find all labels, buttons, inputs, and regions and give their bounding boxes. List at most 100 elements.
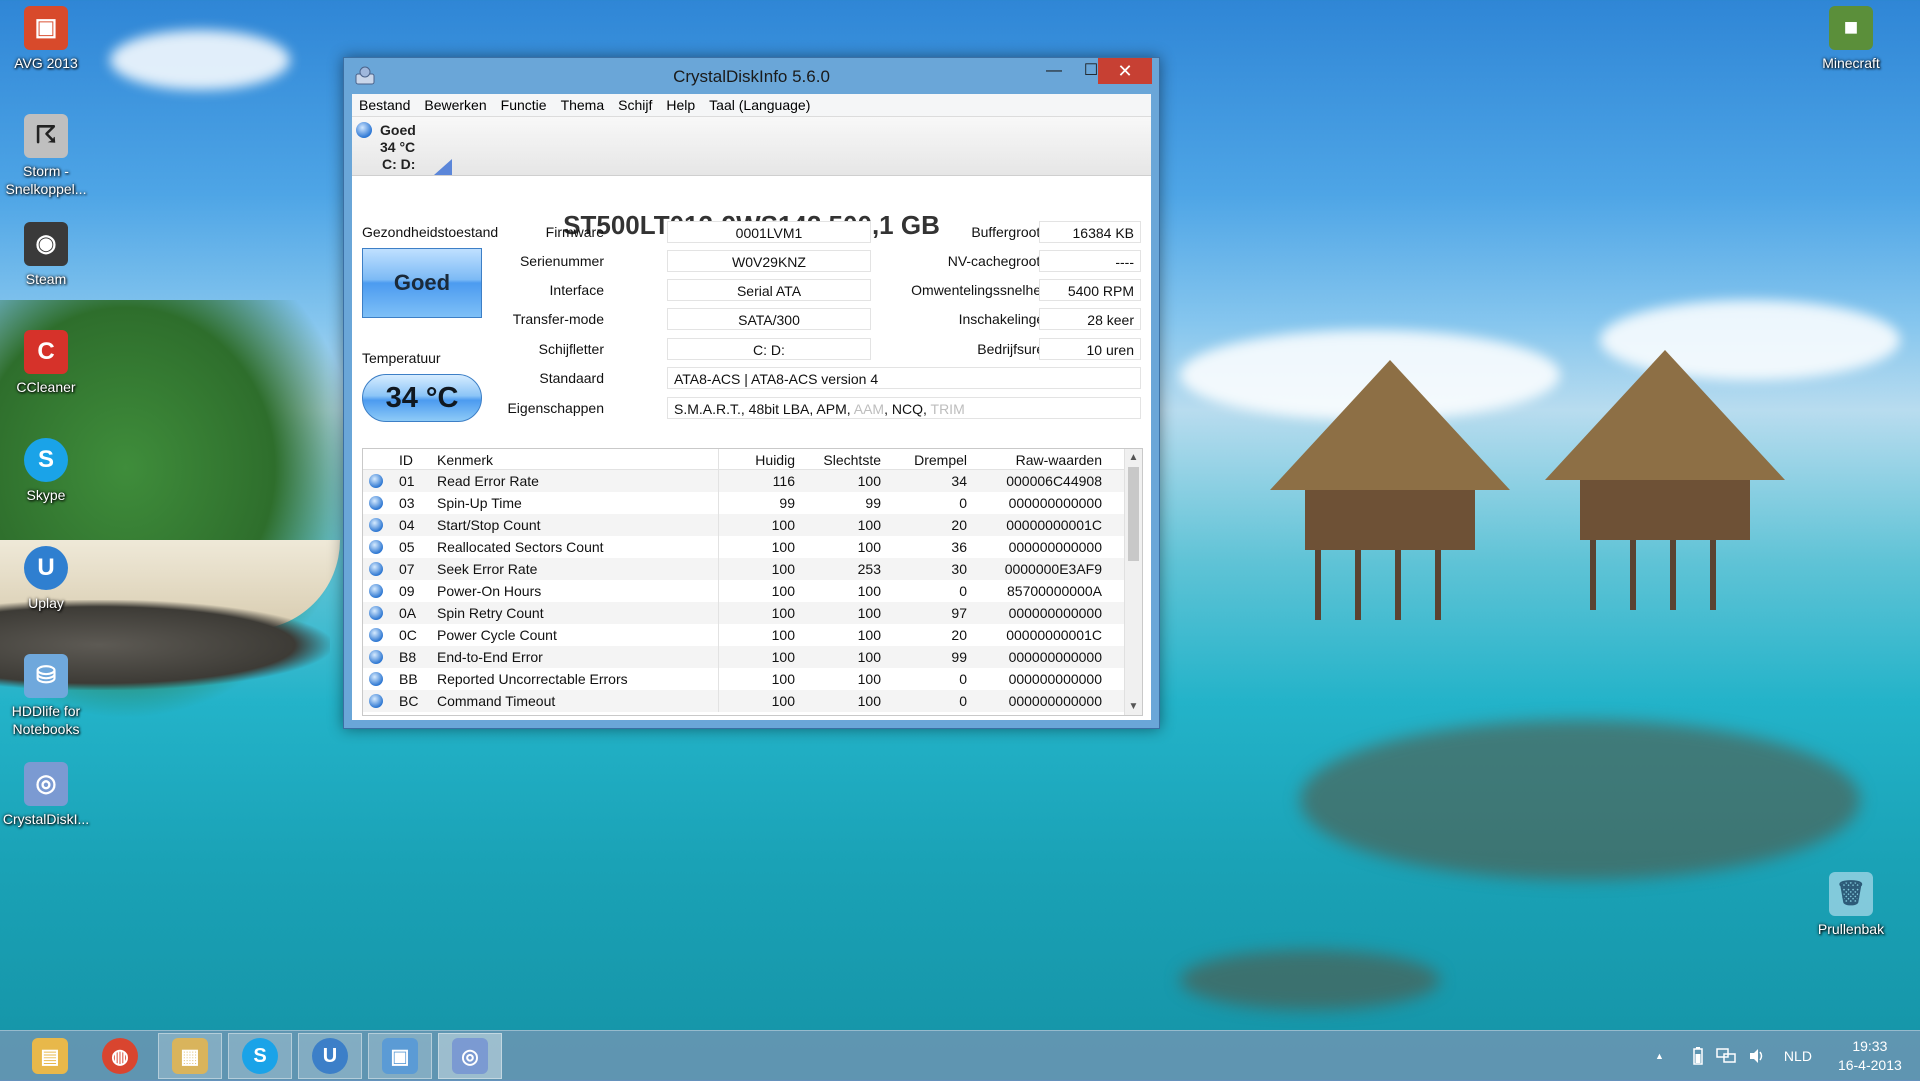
disk-tab-selected-marker xyxy=(434,159,452,175)
minimize-button[interactable]: — xyxy=(1034,58,1074,84)
smart-row[interactable]: 05 Reallocated Sectors Count 100 100 36 00000… xyxy=(363,536,1142,558)
taskbar-control-panel[interactable]: ▣ xyxy=(368,1033,432,1079)
taskbar-file-explorer[interactable]: ▤ xyxy=(18,1033,82,1079)
smart-attribute-name: Power Cycle Count xyxy=(433,624,719,646)
network-icon[interactable] xyxy=(1716,1047,1736,1065)
serial-value: W0V29KNZ xyxy=(667,250,871,272)
desktop-icon-avg[interactable]: ▣ AVG 2013 xyxy=(0,6,92,72)
col-raw[interactable]: Raw-waarden xyxy=(971,449,1106,469)
desktop-icon-recycle-bin[interactable]: 🗑 Prullenbak xyxy=(1805,872,1897,938)
status-dot-icon xyxy=(369,518,383,532)
language-indicator[interactable]: NLD xyxy=(1784,1048,1812,1064)
clock[interactable]: 19:33 16-4-2013 xyxy=(1838,1037,1902,1075)
desktop-icon-steam[interactable]: ◉ Steam xyxy=(0,222,92,288)
firmware-value: 0001LVM1 xyxy=(667,221,871,243)
sky-cloud xyxy=(110,30,290,90)
smart-row[interactable]: B8 End-to-End Error 100 100 99 000000000000 xyxy=(363,646,1142,668)
window-titlebar[interactable]: CrystalDiskInfo 5.6.0 — ☐ ✕ xyxy=(344,58,1159,94)
smart-row[interactable]: 04 Start/Stop Count 100 100 20 00000000001C xyxy=(363,514,1142,536)
recycle-bin-icon: 🗑 xyxy=(1829,872,1873,916)
taskbar-folder[interactable]: ▦ xyxy=(158,1033,222,1079)
nv-cache-value: ---- xyxy=(1039,250,1141,272)
smart-row[interactable]: 07 Seek Error Rate 100 253 30 0000000E3AF9 xyxy=(363,558,1142,580)
desktop-icon-label: Minecraft xyxy=(1822,55,1880,71)
clock-time: 19:33 xyxy=(1852,1038,1888,1054)
smart-status-icon xyxy=(363,492,399,514)
menu-thema[interactable]: Thema xyxy=(554,94,612,116)
col-name[interactable]: Kenmerk xyxy=(433,449,719,469)
minecraft-icon: ■ xyxy=(1829,6,1873,50)
steam-icon: ◉ xyxy=(24,222,68,266)
smart-raw: 00000000001C xyxy=(1006,627,1102,643)
scroll-down-arrow-icon[interactable]: ▼ xyxy=(1125,698,1142,715)
desktop-icon-crystaldiskinfo[interactable]: ◎ CrystalDiskI... xyxy=(0,762,92,828)
temperature-value[interactable]: 34 °C xyxy=(362,374,482,422)
drive-letter-value: C: D: xyxy=(667,338,871,360)
desktop-icon-skype[interactable]: S Skype xyxy=(0,438,92,504)
smart-attribute-name: Reallocated Sectors Count xyxy=(433,536,719,558)
smart-threshold: 99 xyxy=(951,649,967,665)
features-label: Eigenschappen xyxy=(507,400,604,416)
smart-row[interactable]: BB Reported Uncorrectable Errors 100 100 0 00… xyxy=(363,668,1142,690)
power-on-hours-label: Bedrijfsuren xyxy=(977,341,1052,357)
col-threshold[interactable]: Drempel xyxy=(885,449,971,469)
smart-worst: 100 xyxy=(857,627,881,643)
desktop-icon-uplay[interactable]: U Uplay xyxy=(0,546,92,612)
nv-cache-label: NV-cachegrootte xyxy=(947,253,1052,269)
smart-table[interactable]: ID Kenmerk Huidig Slechtste Drempel Raw-… xyxy=(362,448,1143,716)
smart-table-header: ID Kenmerk Huidig Slechtste Drempel Raw-… xyxy=(363,449,1142,470)
col-current[interactable]: Huidig xyxy=(719,449,799,469)
folder-icon: ▦ xyxy=(172,1038,208,1074)
status-dot-icon xyxy=(369,474,383,488)
desktop-icon-storm[interactable]: ☈ Storm - Snelkoppel... xyxy=(0,114,92,198)
desktop-icon-hddlife[interactable]: ⛁ HDDlife for Notebooks xyxy=(0,654,92,738)
desktop-icon-label: HDDlife for Notebooks xyxy=(11,703,81,737)
health-status-button[interactable]: Goed xyxy=(362,248,482,318)
smart-table-scrollbar[interactable]: ▲ ▼ xyxy=(1124,449,1142,715)
taskbar-uplay[interactable]: U xyxy=(298,1033,362,1079)
smart-raw: 000000000000 xyxy=(1008,495,1102,511)
disk-tab-drive: C: D: xyxy=(382,156,416,172)
menu-schijf[interactable]: Schijf xyxy=(611,94,659,116)
smart-worst: 253 xyxy=(857,561,881,577)
disk-selector-bar[interactable]: Goed 34 °C C: D: xyxy=(352,117,1151,176)
menu-taal[interactable]: Taal (Language) xyxy=(702,94,817,116)
menu-help[interactable]: Help xyxy=(659,94,702,116)
smart-row[interactable]: 0C Power Cycle Count 100 100 20 00000000001C xyxy=(363,624,1142,646)
desktop-icon-label: AVG 2013 xyxy=(14,55,78,71)
smart-worst: 99 xyxy=(865,495,881,511)
smart-id: BC xyxy=(399,693,419,709)
col-id[interactable]: ID xyxy=(399,449,433,469)
smart-id: BB xyxy=(399,671,418,687)
smart-row[interactable]: 01 Read Error Rate 116 100 34 000006C44908 xyxy=(363,470,1142,492)
power-on-hours-value: 10 uren xyxy=(1039,338,1141,360)
scroll-up-arrow-icon[interactable]: ▲ xyxy=(1125,449,1142,466)
smart-row[interactable]: 0A Spin Retry Count 100 100 97 000000000000 xyxy=(363,602,1142,624)
smart-row[interactable]: BC Command Timeout 100 100 0 000000000000 xyxy=(363,690,1142,712)
battery-icon[interactable] xyxy=(1692,1046,1704,1066)
smart-row[interactable]: 09 Power-On Hours 100 100 0 85700000000A xyxy=(363,580,1142,602)
menu-bestand[interactable]: Bestand xyxy=(352,94,417,116)
col-worst[interactable]: Slechtste xyxy=(799,449,885,469)
smart-threshold: 0 xyxy=(959,671,967,687)
menu-functie[interactable]: Functie xyxy=(494,94,554,116)
desktop-icon-minecraft[interactable]: ■ Minecraft xyxy=(1805,6,1897,72)
desktop-icon-ccleaner[interactable]: C CCleaner xyxy=(0,330,92,396)
taskbar-chrome[interactable]: ◍ xyxy=(88,1033,152,1079)
standard-value: ATA8-ACS | ATA8-ACS version 4 xyxy=(667,367,1141,389)
scroll-thumb[interactable] xyxy=(1128,467,1139,561)
smart-row[interactable]: 03 Spin-Up Time 99 99 0 000000000000 xyxy=(363,492,1142,514)
rotation-rate-label: Omwentelingssnelheid xyxy=(911,282,1052,298)
interface-value: Serial ATA xyxy=(667,279,871,301)
close-button[interactable]: ✕ xyxy=(1098,58,1152,84)
bungalow xyxy=(1545,350,1785,610)
drive-letter-label: Schijfletter xyxy=(538,341,604,357)
volume-icon[interactable] xyxy=(1748,1047,1766,1065)
smart-id: 04 xyxy=(399,517,415,533)
menu-bewerken[interactable]: Bewerken xyxy=(417,94,493,116)
smart-current: 99 xyxy=(779,495,795,511)
smart-threshold: 97 xyxy=(951,605,967,621)
taskbar-crystaldiskinfo[interactable]: ◎ xyxy=(438,1033,502,1079)
taskbar-skype[interactable]: S xyxy=(228,1033,292,1079)
tray-chevron-icon[interactable]: ▲ xyxy=(1655,1051,1664,1061)
